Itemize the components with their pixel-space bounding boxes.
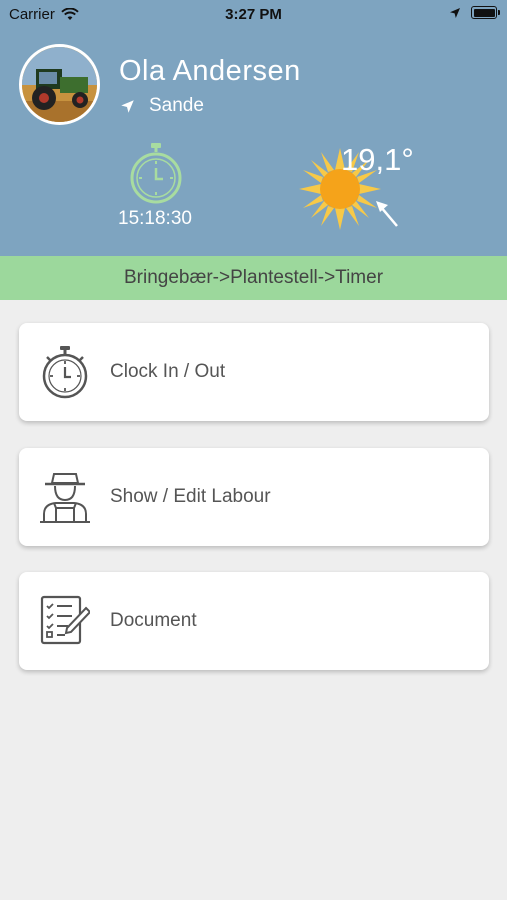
location-arrow-icon	[121, 99, 134, 113]
status-bar: Carrier 3:27 PM	[0, 0, 507, 28]
document-label: Document	[110, 610, 197, 631]
breadcrumb: Bringebær->Plantestell->Timer	[0, 256, 507, 300]
avatar[interactable]	[19, 44, 100, 125]
user-location: Sande	[120, 95, 204, 117]
farmer-icon	[40, 473, 90, 523]
user-name: Ola Andersen	[119, 55, 301, 87]
clock-in-out-button[interactable]: Clock In / Out	[19, 323, 489, 421]
clock-in-out-label: Clock In / Out	[110, 361, 226, 382]
location-services-icon	[450, 7, 460, 18]
show-edit-labour-label: Show / Edit Labour	[110, 486, 271, 507]
stopwatch-icon	[42, 346, 88, 399]
stopwatch-icon[interactable]	[127, 142, 185, 204]
checklist-icon	[40, 595, 90, 645]
wind-direction-icon	[376, 201, 398, 227]
clock-time: 15:18:30	[118, 208, 192, 229]
profile-header	[0, 0, 507, 256]
status-time: 3:27 PM	[225, 6, 282, 23]
show-edit-labour-button[interactable]: Show / Edit Labour	[19, 448, 489, 546]
location-label: Sande	[149, 95, 204, 116]
document-button[interactable]: Document	[19, 572, 489, 670]
temperature: 19,1°	[341, 142, 414, 177]
battery-icon	[471, 6, 500, 19]
